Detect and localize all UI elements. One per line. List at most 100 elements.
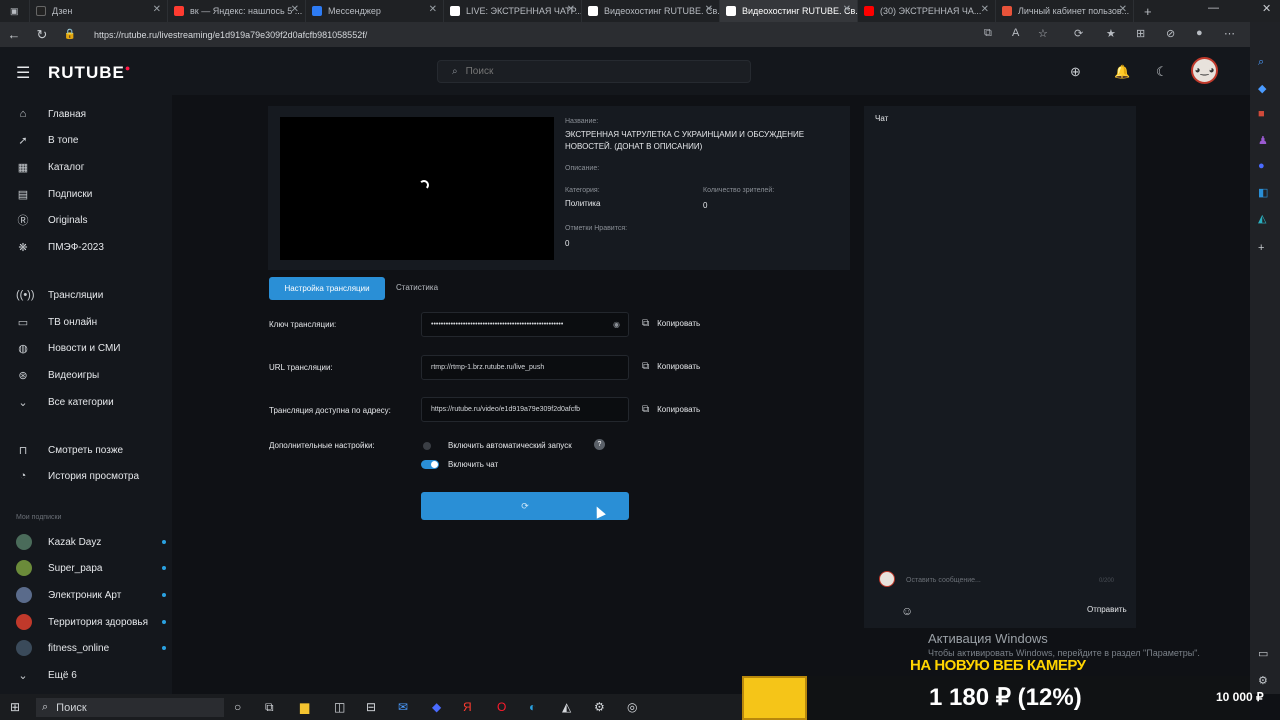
sidebar-item-subscriptions[interactable]: ▤ Подписки: [16, 186, 93, 202]
windows-start-icon[interactable]: ⊞: [10, 700, 20, 714]
sidebar-more[interactable]: ⌄ Ещё 6: [16, 667, 76, 683]
app-icon[interactable]: ◆: [432, 700, 441, 714]
vpn-icon[interactable]: ⊘: [1166, 27, 1175, 40]
rutube-logo[interactable]: RUTUBE●: [48, 63, 131, 83]
add-icon[interactable]: +: [1258, 242, 1264, 254]
office-icon[interactable]: ●: [1258, 160, 1265, 172]
copy-key-button[interactable]: ⧉ Копировать: [642, 318, 700, 329]
shopping-icon[interactable]: ◆: [1258, 82, 1266, 95]
tab-actions-icon[interactable]: ▣: [0, 0, 30, 22]
sidebar-item-originals[interactable]: Ⓡ Originals: [16, 212, 88, 228]
store-icon[interactable]: ⊟: [366, 700, 376, 714]
browser-tab[interactable]: LIVE: ЭКСТРЕННАЯ ЧАТР... ✕: [444, 0, 582, 22]
extension-icon[interactable]: ⧉: [984, 27, 992, 40]
task-view-icon[interactable]: ⧉: [265, 700, 274, 715]
close-tab-icon[interactable]: ✕: [1119, 4, 1127, 15]
subscription-item[interactable]: Территория здоровья: [16, 613, 166, 631]
close-tab-icon[interactable]: ✕: [705, 4, 713, 15]
sidebar-item-all-categories[interactable]: ⌄ Все категории: [16, 394, 113, 410]
obs-icon[interactable]: ◎: [627, 700, 637, 714]
sidebar-item-home[interactable]: ⌂ Главная: [16, 106, 86, 122]
drop-icon[interactable]: ◭: [1258, 212, 1266, 225]
close-tab-icon[interactable]: ✕: [981, 4, 989, 15]
menu-icon[interactable]: ☰: [16, 63, 30, 83]
subscription-item[interactable]: Электроник Арт: [16, 586, 166, 604]
notifications-icon[interactable]: 🔔: [1114, 64, 1130, 80]
opera-icon[interactable]: O: [497, 700, 506, 714]
close-tab-icon[interactable]: ✕: [153, 4, 161, 15]
taskbar-search[interactable]: ⌕ Поиск: [36, 698, 224, 717]
theme-moon-icon[interactable]: ☾: [1156, 64, 1168, 80]
edge-icon[interactable]: ◐: [529, 700, 536, 714]
sidebar-item-tv[interactable]: ▭ ТВ онлайн: [16, 314, 97, 330]
subscription-item[interactable]: Super_papa: [16, 559, 166, 577]
chat-message-input[interactable]: Оставить сообщение...: [906, 577, 981, 584]
public-url-field[interactable]: https://rutube.ru/video/e1d919a79e309f2d…: [421, 397, 629, 422]
sidebar-item-games[interactable]: ⊛ Видеоигры: [16, 367, 99, 383]
collections-icon[interactable]: ⊞: [1136, 27, 1145, 40]
browser-tab[interactable]: (30) ЭКСТРЕННАЯ ЧА... ✕: [858, 0, 996, 22]
user-avatar[interactable]: ◕‿◕: [1191, 57, 1218, 84]
stream-url-field[interactable]: rtmp://rtmp-1.brz.rutube.ru/live_push: [421, 355, 629, 380]
video-player[interactable]: [280, 117, 554, 260]
search-box[interactable]: ⌕: [437, 60, 751, 83]
emoji-icon[interactable]: ☺: [901, 604, 913, 618]
browser-tab-active[interactable]: Видеохостинг RUTUBE. Св... ✕: [720, 0, 858, 22]
help-icon[interactable]: ?: [594, 439, 605, 450]
app-icon[interactable]: ⚙: [594, 700, 605, 714]
close-tab-icon[interactable]: ✕: [429, 4, 437, 15]
new-tab-icon[interactable]: +: [1134, 0, 1164, 22]
profile-icon[interactable]: ●: [1196, 27, 1203, 39]
sidebar-item-history[interactable]: ◔ История просмотра: [16, 468, 139, 484]
reader-icon[interactable]: A: [1012, 27, 1019, 39]
close-window-icon[interactable]: ✕: [1262, 2, 1271, 15]
sidebar-item-watch-later[interactable]: ⊓ Смотреть позже: [16, 442, 123, 458]
games-icon[interactable]: ♟: [1258, 134, 1268, 147]
yandex-icon[interactable]: Я: [463, 700, 472, 714]
mail-icon[interactable]: ✉: [398, 700, 408, 714]
subscription-item[interactable]: Kazak Dayz: [16, 533, 166, 551]
split-screen-icon[interactable]: ▭: [1258, 647, 1268, 660]
tools-icon[interactable]: ■: [1258, 108, 1265, 120]
eye-icon[interactable]: ◉: [613, 320, 620, 329]
sync-icon[interactable]: ⟳: [1074, 27, 1083, 40]
close-tab-icon[interactable]: ✕: [843, 4, 851, 15]
sidebar-item-top[interactable]: ➚ В топе: [16, 132, 78, 148]
outlook-icon[interactable]: ◧: [1258, 186, 1268, 199]
favorites-icon[interactable]: ★: [1106, 27, 1116, 40]
search-input[interactable]: [465, 66, 726, 77]
more-icon[interactable]: ⋯: [1224, 27, 1235, 40]
sidebar-item-streams[interactable]: ((•)) Трансляции: [16, 287, 103, 303]
subscription-item[interactable]: fitness_online: [16, 639, 166, 657]
browser-tab[interactable]: вк — Яндекс: нашлось 5 ... ✕: [168, 0, 306, 22]
explorer-icon[interactable]: ▆: [300, 700, 309, 714]
tab-stream-settings[interactable]: Настройка трансляции: [269, 277, 385, 300]
minimize-icon[interactable]: —: [1208, 2, 1219, 14]
star-icon[interactable]: ☆: [1038, 27, 1048, 40]
copy-public-url-button[interactable]: ⧉ Копировать: [642, 404, 700, 415]
copy-url-button[interactable]: ⧉ Копировать: [642, 361, 700, 372]
search-icon[interactable]: ⌕: [1258, 56, 1264, 69]
close-tab-icon[interactable]: ✕: [567, 4, 575, 15]
auto-start-checkbox[interactable]: [423, 442, 431, 450]
back-icon[interactable]: ←: [0, 27, 28, 42]
reload-icon[interactable]: ↻: [28, 27, 56, 43]
enable-chat-toggle[interactable]: [421, 460, 439, 469]
app-icon[interactable]: ◫: [334, 700, 345, 714]
browser-tab[interactable]: Личный кабинет пользов... ✕: [996, 0, 1134, 22]
sidebar-item-pmef[interactable]: ❋ ПМЭФ-2023: [16, 239, 104, 255]
sidebar-item-catalog[interactable]: ▦ Каталог: [16, 159, 85, 175]
url-field[interactable]: https://rutube.ru/livestreaming/e1d919a7…: [94, 30, 367, 40]
browser-tab[interactable]: Мессенджер ✕: [306, 0, 444, 22]
close-tab-icon[interactable]: ✕: [291, 4, 299, 15]
browser-tab[interactable]: Видеохостинг RUTUBE. Св... ✕: [582, 0, 720, 22]
browser-tab[interactable]: Дзен ✕: [30, 0, 168, 22]
stream-key-field[interactable]: ••••••••••••••••••••••••••••••••••••••••…: [421, 312, 629, 337]
app-icon[interactable]: ◭: [562, 700, 571, 714]
upload-icon[interactable]: ⊕: [1070, 64, 1081, 80]
settings-icon[interactable]: ⚙: [1258, 674, 1268, 687]
tab-statistics[interactable]: Статистика: [396, 283, 438, 292]
sidebar-item-news[interactable]: ◍ Новости и СМИ: [16, 340, 120, 356]
send-button[interactable]: Отправить: [1087, 605, 1127, 614]
cortana-icon[interactable]: ○: [234, 700, 241, 714]
